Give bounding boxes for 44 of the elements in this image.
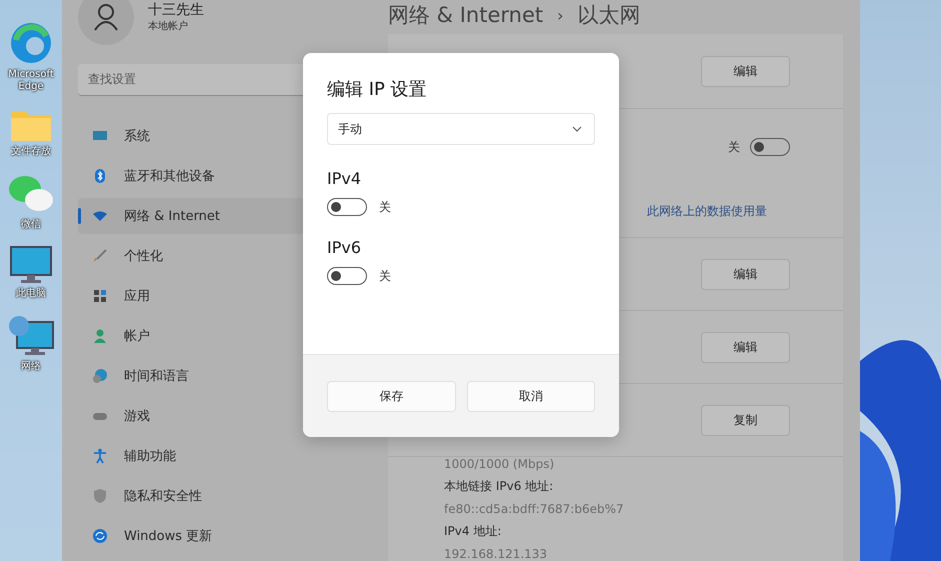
breadcrumb-parent[interactable]: 网络 & Internet <box>388 1 544 29</box>
user-silhouette-icon <box>93 3 119 31</box>
detail-label: IPv4 地址: <box>444 523 502 540</box>
account-type: 本地帐户 <box>148 20 189 33</box>
selection-indicator <box>78 208 81 224</box>
detail-label: 本地链接 IPv6 地址: <box>444 478 554 495</box>
mode-dropdown[interactable]: 手动 <box>327 113 595 145</box>
action-button[interactable]: 编辑 <box>701 258 790 290</box>
action-button[interactable]: 编辑 <box>701 56 790 86</box>
toggle-state-label: 关 <box>379 198 391 216</box>
detail-value: 192.168.121.133 <box>444 547 548 561</box>
page-title: 以太网 <box>578 2 641 29</box>
accessibility-icon <box>92 448 108 464</box>
globe-clock-icon <box>92 368 108 384</box>
account-name: 十三先生 <box>148 1 204 19</box>
dialog-button[interactable]: 取消 <box>466 380 595 412</box>
toggle-switch[interactable] <box>327 198 367 216</box>
section-heading: IPv4 <box>327 169 362 188</box>
toggle-switch[interactable] <box>750 138 790 156</box>
update-icon <box>92 528 108 544</box>
action-button[interactable]: 编辑 <box>701 332 790 362</box>
bluetooth-icon <box>92 168 108 184</box>
dialog-button[interactable]: 保存 <box>327 380 456 412</box>
toggle-state-label: 关 <box>728 138 740 156</box>
action-button[interactable]: 复制 <box>701 404 790 436</box>
brush-icon <box>92 248 108 264</box>
nav-item[interactable]: Windows 更新 <box>78 518 392 554</box>
monitor-icon <box>9 245 53 285</box>
breadcrumb-separator: › <box>557 6 564 24</box>
browser-icon <box>8 20 54 66</box>
apps-icon <box>92 288 108 304</box>
section-heading: IPv6 <box>327 238 362 257</box>
network-monitor-icon <box>7 314 55 358</box>
toggle-switch[interactable] <box>327 267 367 285</box>
chevron-down-icon <box>572 126 582 132</box>
nav-item[interactable]: 帐户 <box>78 318 392 354</box>
detail-value: fe80::cd5a:bdff:7687:b6eb%7 <box>444 502 625 516</box>
person-icon <box>92 328 108 344</box>
nav-item[interactable]: 隐私和安全性 <box>78 478 392 514</box>
data-usage-link[interactable]: 此网络上的数据使用量 <box>647 202 767 220</box>
nav-item[interactable]: 辅助功能 <box>78 438 392 474</box>
shield-icon <box>92 488 108 504</box>
toggle-state-label: 关 <box>379 268 391 284</box>
detail-value: 1000/1000 (Mbps) <box>444 457 556 471</box>
